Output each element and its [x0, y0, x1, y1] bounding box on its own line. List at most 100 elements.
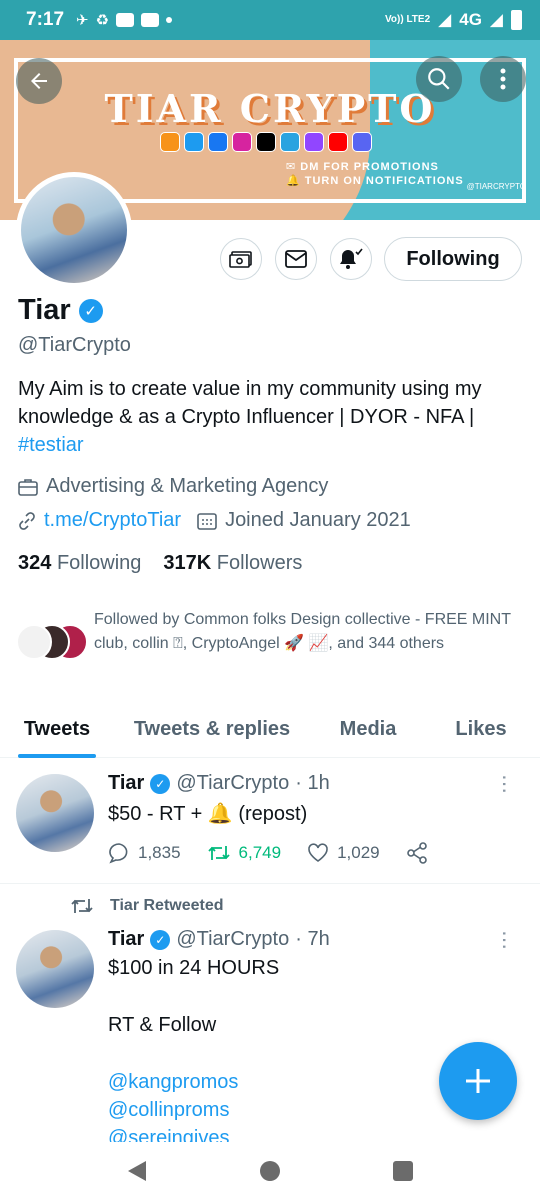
tip-button[interactable] [220, 238, 262, 280]
network-type: 4G [459, 10, 482, 29]
profile-link-row: t.me/CryptoTiar Joined January 2021 [18, 509, 411, 532]
reply-count: 1,835 [138, 843, 181, 862]
profile-avatar[interactable] [16, 172, 132, 288]
money-icon [229, 251, 252, 268]
envelope-icon [285, 250, 307, 268]
system-nav-bar [0, 1142, 540, 1200]
followers-stat[interactable]: 317K Followers [163, 552, 302, 575]
status-time: 7:17 [26, 9, 65, 30]
verified-badge-icon: ✓ [78, 298, 103, 323]
bitcoin-icon [160, 132, 180, 152]
notification-icons: ✈ ♻ [76, 11, 173, 29]
followed-by-section[interactable]: Followed by Common folks Design collecti… [16, 608, 522, 664]
tweet-author-avatar[interactable] [16, 774, 94, 852]
share-icon [406, 842, 427, 864]
more-options-button[interactable] [480, 56, 526, 102]
plus-icon [466, 1069, 490, 1093]
tweet-header: Tiar ✓ @TiarCrypto · 1h [108, 772, 330, 795]
banner-promo-line: ✉ DM FOR PROMOTIONS [286, 161, 439, 173]
youtube-icon [116, 13, 135, 27]
followed-by-text: Followed by Common folks Design collecti… [94, 611, 511, 652]
banner-promo: ✉ DM FOR PROMOTIONS 🔔 TURN ON NOTIFICATI… [286, 160, 464, 188]
nav-back-icon[interactable] [126, 1159, 148, 1183]
tweet-author-avatar[interactable] [16, 930, 94, 1008]
tweet-author-name: Tiar [108, 772, 145, 794]
recycle-icon: ♻ [95, 12, 110, 29]
retweeted-by-label: Tiar Retweeted [110, 897, 224, 914]
tweet-more-icon[interactable]: ⋯ [492, 930, 516, 950]
tab-tweets[interactable]: Tweets [18, 700, 96, 758]
following-button[interactable]: Following [384, 237, 522, 281]
nav-recents-icon[interactable] [392, 1160, 414, 1182]
followers-label: Followers [216, 552, 303, 574]
profile-handle: @TiarCrypto [18, 334, 131, 356]
profile-website-link[interactable]: t.me/CryptoTiar [44, 509, 181, 532]
instagram-icon [232, 132, 252, 152]
tweet-author-handle: @TiarCrypto [176, 928, 290, 950]
twitch-icon [304, 132, 324, 152]
more-vertical-icon [500, 68, 506, 90]
tab-tweets-and-replies[interactable]: Tweets & replies [131, 700, 293, 758]
signal-icon: ◢ [438, 10, 452, 29]
tweet-actions: 1,835 6,749 1,029 [108, 842, 428, 864]
like-action[interactable]: 1,029 [307, 843, 380, 863]
tweet-author-handle: @TiarCrypto [176, 772, 290, 794]
banner-handle: @TIARCRYPTO [466, 182, 526, 191]
profile-category: Advertising & Marketing Agency [46, 475, 329, 497]
profile-name-row: Tiar ✓ [18, 294, 103, 327]
signal-icon: ◢ [489, 10, 503, 29]
heart-icon [308, 843, 328, 862]
tweet-time: · 7h [295, 928, 330, 950]
verified-badge-icon: ✓ [150, 773, 171, 794]
tab-likes[interactable]: Likes [455, 700, 507, 758]
reply-icon [109, 843, 128, 864]
followed-by-avatars [16, 624, 88, 664]
search-button[interactable] [416, 56, 462, 102]
youtube-icon [328, 132, 348, 152]
retweeted-by-row: Tiar Retweeted [70, 896, 224, 916]
following-label: Following [56, 552, 142, 574]
nav-home-icon[interactable] [259, 1160, 281, 1182]
banner-promo-line: 🔔 TURN ON NOTIFICATIONS [286, 175, 464, 187]
followers-count: 317K [163, 552, 212, 574]
back-button[interactable] [16, 58, 62, 104]
link-icon [19, 511, 35, 530]
avatar [16, 624, 52, 660]
bio-hashtag-link[interactable]: #testiar [18, 434, 84, 456]
telegram-icon [280, 132, 300, 152]
mention-link[interactable]: @sereingives [108, 1124, 518, 1142]
tab-media[interactable]: Media [337, 700, 399, 758]
reply-action[interactable]: 1,835 [108, 842, 181, 864]
profile-tabs: Tweets Tweets & replies Media Likes [0, 700, 540, 758]
message-button[interactable] [275, 238, 317, 280]
profile-stats: 324 Following 317K Followers [18, 552, 302, 575]
share-action[interactable] [406, 842, 428, 864]
retweet-icon [207, 846, 230, 860]
retweet-count: 6,749 [238, 843, 282, 862]
status-bar: 7:17 ✈ ♻ Vo)) LTE2 ◢ 4G ◢ [0, 0, 540, 40]
discord-icon [352, 132, 372, 152]
arrow-left-icon [31, 73, 47, 89]
profile-joined-date: Joined January 2021 [225, 509, 411, 531]
tweet-more-icon[interactable]: ⋯ [492, 774, 516, 794]
tweet-item[interactable]: Tiar ✓ @TiarCrypto · 1h ⋯ $50 - RT + 🔔 (… [0, 760, 540, 884]
tweet-line: RT & Follow [108, 1014, 217, 1036]
battery-icon [511, 10, 522, 30]
retweet-action[interactable]: 6,749 [207, 843, 282, 863]
volte-indicator: Vo)) LTE2 [384, 14, 431, 25]
banner-social-icons [160, 132, 372, 152]
tweet-author-name: Tiar [108, 928, 145, 950]
tweet-line: $100 in 24 HOURS [108, 957, 280, 979]
bio-text: My Aim is to create value in my communit… [18, 378, 482, 428]
compose-tweet-button[interactable] [439, 1042, 517, 1120]
profile-bio: My Aim is to create value in my communit… [18, 375, 523, 459]
more-notifications-dot [166, 17, 173, 23]
tweet-header: Tiar ✓ @TiarCrypto · 7h [108, 928, 330, 951]
retweet-icon [71, 899, 93, 913]
verified-badge-icon: ✓ [150, 929, 171, 950]
bell-check-icon [340, 248, 363, 269]
following-count: 324 [18, 552, 52, 574]
tweet-text: $50 - RT + 🔔 (repost) [108, 803, 308, 825]
notifications-button[interactable] [330, 238, 372, 280]
following-stat[interactable]: 324 Following [18, 552, 141, 575]
